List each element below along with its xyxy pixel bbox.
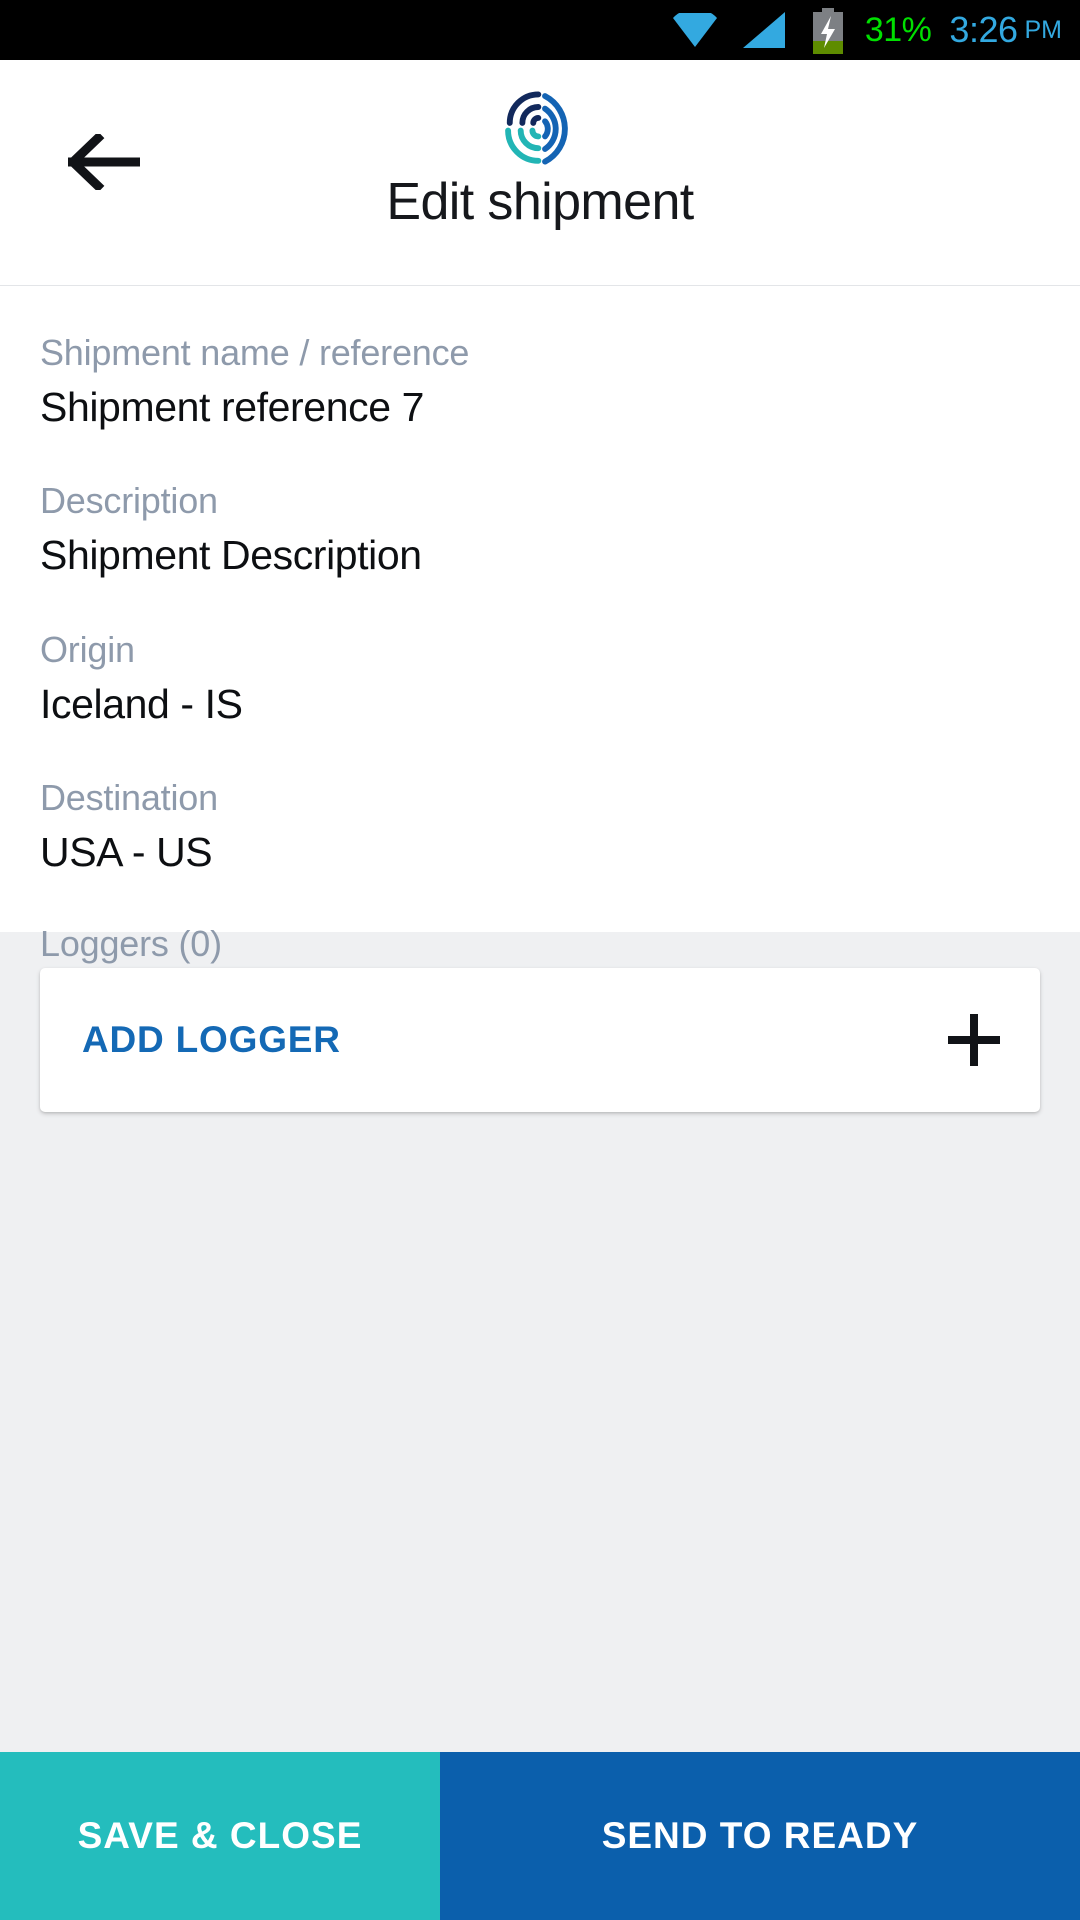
loggers-section: ADD LOGGER <box>0 932 1080 1674</box>
battery-charging-icon <box>811 8 845 54</box>
field-description[interactable]: Description Shipment Description <box>40 478 1040 582</box>
field-value: Shipment Description <box>40 532 422 579</box>
field-label: Origin <box>40 628 135 670</box>
field-destination[interactable]: Destination USA - US <box>40 775 1040 879</box>
send-to-ready-label: SEND TO READY <box>601 1815 919 1856</box>
field-label: Description <box>40 480 218 522</box>
field-label: Destination <box>40 776 218 818</box>
battery-percent: 31% <box>864 10 932 49</box>
bottom-action-bar: SAVE & CLOSE SEND TO READY <box>0 1752 1080 1920</box>
shipment-form: Shipment name / reference Shipment refer… <box>0 286 1080 964</box>
app-header: Edit shipment <box>0 60 1080 286</box>
field-label: Shipment name / reference <box>40 332 470 373</box>
clock-ampm: PM <box>1024 15 1063 44</box>
field-value: Iceland - IS <box>40 680 243 727</box>
field-shipment-name[interactable]: Shipment name / reference Shipment refer… <box>40 330 1040 434</box>
field-value: Shipment reference 7 <box>40 384 425 430</box>
send-to-ready-button[interactable]: SEND TO READY <box>440 1752 1080 1920</box>
status-bar-icons <box>672 8 845 54</box>
page-title: Edit shipment <box>386 173 694 231</box>
field-origin[interactable]: Origin Iceland - IS <box>40 627 1040 731</box>
plus-icon <box>948 1014 1000 1066</box>
app-logo-icon <box>498 86 582 170</box>
add-logger-label: ADD LOGGER <box>82 1019 341 1060</box>
save-and-close-label: SAVE & CLOSE <box>77 1815 363 1856</box>
status-bar: 31% 3:26 PM <box>0 0 1080 60</box>
add-logger-button[interactable]: ADD LOGGER <box>40 968 1040 1112</box>
signal-icon <box>742 12 785 48</box>
save-and-close-button[interactable]: SAVE & CLOSE <box>0 1752 440 1920</box>
wifi-icon <box>672 13 717 47</box>
field-value: USA - US <box>40 828 213 875</box>
clock-time: 3:26 <box>949 9 1018 50</box>
